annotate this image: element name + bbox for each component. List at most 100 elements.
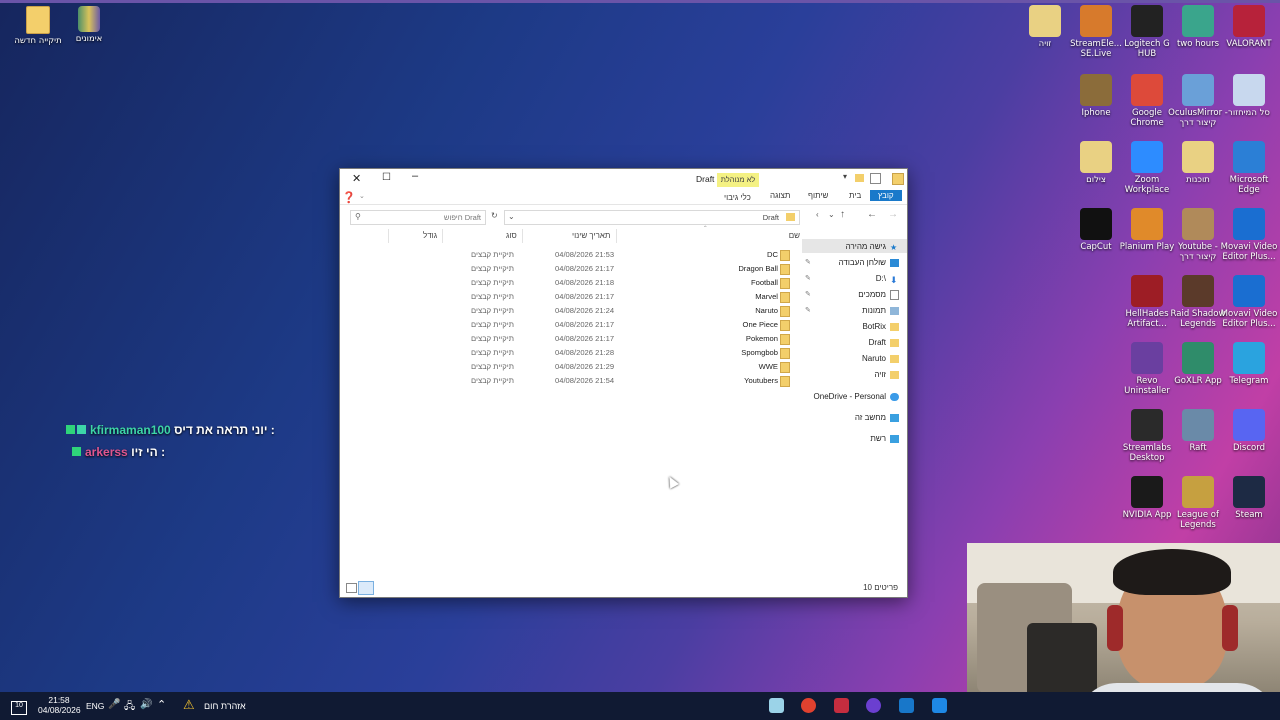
outlook-app-icon[interactable] [899,698,914,713]
clock[interactable]: 21:58 04/08/2026 [38,695,81,715]
desktop-icon[interactable]: Revo Uninstaller [1117,342,1177,396]
file-row[interactable]: WWE 04/08/2026 21:29 תיקיית קבצים [350,361,790,374]
desktop-icon[interactable]: Streamlabs Desktop [1117,409,1177,463]
tab-view[interactable]: תצוגה [770,191,790,200]
file-row[interactable]: Marvel 04/08/2026 21:17 תיקיית קבצים [350,291,790,304]
search-input[interactable]: ⚲ חיפוש Draft [350,210,486,225]
league-app-icon[interactable] [834,698,849,713]
microphone-icon[interactable]: 🎤 [108,699,120,710]
file-explorer-window[interactable]: ✕ ☐ – Draft לא מנוהלת ▾ ❓ ⌄ כלי גיבוי תצ… [339,168,908,598]
tab-share[interactable]: שיתוף [808,191,828,200]
manage-tab[interactable]: לא מנוהלת [717,173,759,187]
desktop-icon[interactable]: Movavi Video Editor Plus... [1219,208,1279,262]
breadcrumb-separator-icon: ‹ [816,210,819,219]
chevron-up-icon[interactable]: ⌃ [157,698,166,711]
file-row[interactable]: Spomgbob 04/08/2026 21:28 תיקיית קבצים [350,347,790,360]
cloud-icon [890,392,899,401]
desktop-icon-trainings[interactable]: אימונים [59,6,119,44]
desktop-icon[interactable]: League of Legends [1168,476,1228,530]
desktop-icon[interactable]: VALORANT [1219,5,1279,49]
ribbon-expand-icon[interactable]: ⌄ [359,192,365,200]
game-app-icon[interactable] [866,698,881,713]
qat-properties-icon[interactable] [870,173,881,184]
file-row[interactable]: One Piece 04/08/2026 21:17 תיקיית קבצים [350,319,790,332]
tab-backup-tools[interactable]: כלי גיבוי [724,193,751,202]
nav-network[interactable]: רשת [870,434,899,443]
column-header-name[interactable]: שם [789,231,800,240]
nav-naruto[interactable]: Naruto [862,354,899,363]
nav-quick-access[interactable]: גישה מהירה ★ [846,242,899,252]
file-row[interactable]: DC 04/08/2026 21:53 תיקיית קבצים [350,249,790,262]
desktop-icon[interactable]: Raft [1168,409,1228,453]
desktop-icon[interactable]: Movavi Video Editor Plus... [1219,275,1279,329]
desktop-icon[interactable]: Discord [1219,409,1279,453]
desktop-icon[interactable]: NVIDIA App [1117,476,1177,520]
up-arrow-icon[interactable]: ↑ [840,209,845,220]
desktop-icon[interactable]: Iphone [1066,74,1126,118]
desktop-icon[interactable]: Raid Shadow Legends [1168,275,1228,329]
desktop-icon-label: Logitech G HUB [1124,39,1170,59]
volume-icon[interactable]: 🔊 [140,699,152,710]
address-bar[interactable]: ⌄ Draft [504,210,800,225]
chevron-down-icon[interactable]: ⌄ [508,212,515,221]
column-header-date[interactable]: תאריך שינוי [572,231,610,240]
minimize-icon[interactable]: – [412,170,418,182]
nav-drive-d[interactable]: D:\ ⬇ [876,274,899,285]
file-row[interactable]: Youtubers 04/08/2026 21:54 תיקיית קבצים [350,375,790,388]
help-icon[interactable]: ❓ [342,191,356,204]
file-row[interactable]: Dragon Ball 04/08/2026 21:17 תיקיית קבצים [350,263,790,276]
back-arrow-icon[interactable]: ← [867,209,877,220]
column-header-type[interactable]: סוג [506,231,517,240]
nav-desktop[interactable]: שולחן העבודה [839,258,899,267]
desktop-icon[interactable]: Planium Play [1117,208,1177,252]
desktop-icon[interactable]: צילום [1066,141,1126,185]
desktop-icon[interactable]: Steam [1219,476,1279,520]
desktop-icon[interactable]: StreamEle... SE.Live [1066,5,1126,59]
refresh-icon[interactable]: ↻ [491,211,498,220]
file-row[interactable]: Football 04/08/2026 21:18 תיקיית קבצים [350,277,790,290]
desktop-icon[interactable]: GoXLR App [1168,342,1228,386]
network-icon[interactable]: 🖧 [124,699,135,716]
close-icon[interactable]: ✕ [352,172,361,185]
recent-dropdown-icon[interactable]: ⌄ [828,210,835,219]
details-view-icon[interactable] [346,583,357,593]
media-app-icon[interactable] [801,698,816,713]
desktop-icon[interactable]: HellHades Artifact... [1117,275,1177,329]
language-indicator[interactable]: ENG [86,701,104,711]
store-app-icon[interactable] [932,698,947,713]
desktop-icon[interactable]: סל המיחזור [1219,74,1279,118]
file-row[interactable]: Pokemon 04/08/2026 21:17 תיקיית קבצים [350,333,790,346]
nav-documents[interactable]: מסמכים [858,290,899,300]
nav-draft[interactable]: Draft [869,338,899,347]
title-bar[interactable]: ✕ ☐ – Draft לא מנוהלת ▾ [340,169,907,189]
desktop-icon[interactable]: Telegram [1219,342,1279,386]
list-view-icon[interactable] [358,581,374,595]
desktop-icon[interactable]: Youtube - קיצור דרך [1168,208,1228,262]
qat-folder-icon[interactable] [855,174,864,182]
breadcrumb[interactable]: Draft [763,213,779,222]
desktop-icon[interactable]: Microsoft Edge [1219,141,1279,195]
tab-home[interactable]: בית [849,191,861,200]
desktop-icon[interactable]: OculusMirror - קיצור דרך [1168,74,1228,128]
qat-dropdown-icon[interactable]: ▾ [843,172,847,181]
notes-app-icon[interactable] [769,698,784,713]
column-header-size[interactable]: גודל [423,231,437,240]
desktop-icon[interactable]: Logitech G HUB [1117,5,1177,59]
desktop-icon[interactable]: Google Chrome [1117,74,1177,128]
nav-onedrive[interactable]: OneDrive - Personal [814,392,899,401]
maximize-icon[interactable]: ☐ [382,172,391,183]
desktop-icon[interactable]: two hours [1168,5,1228,49]
notification-center-icon[interactable]: 10 [11,701,27,715]
nav-this-pc[interactable]: מחשב זה [855,413,899,422]
forward-arrow-icon[interactable]: → [888,209,898,220]
desktop-icon[interactable]: זויה [1015,5,1075,49]
desktop-icon[interactable]: תוכנות [1168,141,1228,185]
desktop-icon[interactable]: Zoom Workplace [1117,141,1177,195]
weather-alert[interactable]: אזהרת חום [204,701,246,711]
file-row[interactable]: Naruto 04/08/2026 21:24 תיקיית קבצים [350,305,790,318]
nav-botrix[interactable]: BotRix [862,322,899,331]
nav-zoya[interactable]: זויה [874,370,899,379]
tab-file[interactable]: קובץ [870,190,902,201]
desktop-icon[interactable]: CapCut [1066,208,1126,252]
nav-pictures[interactable]: תמונות [862,306,899,315]
